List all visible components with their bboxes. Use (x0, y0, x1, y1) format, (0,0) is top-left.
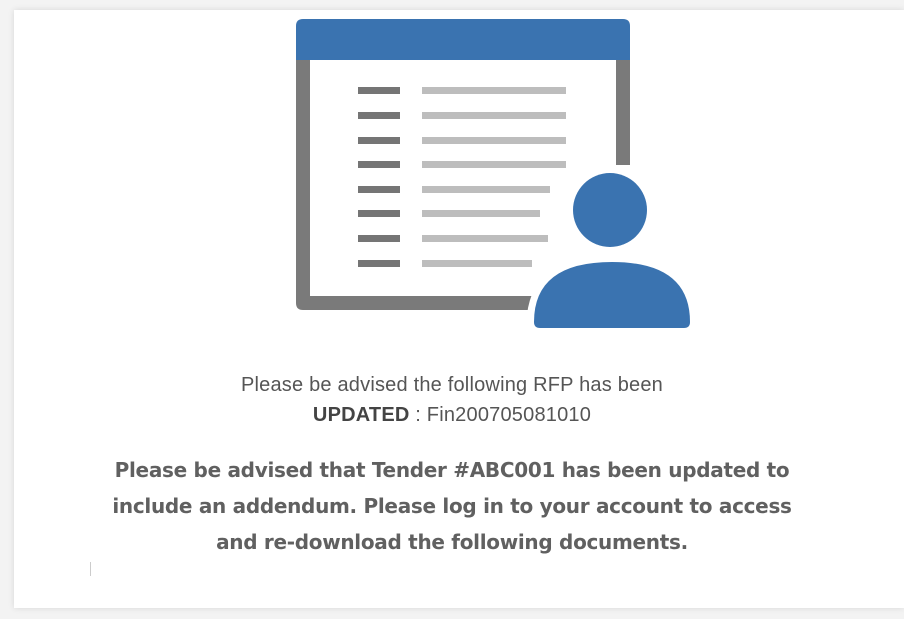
document-bullets (358, 87, 400, 267)
bullet-5 (358, 186, 400, 193)
document-user-icon (296, 19, 698, 330)
line-4 (422, 161, 566, 168)
line-3 (422, 137, 566, 144)
line-8 (422, 260, 532, 267)
headline-status-line: UPDATED : Fin200705081010 (0, 400, 904, 430)
bullet-2 (358, 112, 400, 119)
line-7 (422, 235, 548, 242)
bullet-3 (358, 137, 400, 144)
page: Please be advised the following RFP has … (0, 0, 904, 619)
bullet-1 (358, 87, 400, 94)
bullet-7 (358, 235, 400, 242)
document-lines (422, 87, 566, 267)
divider-tick (90, 562, 91, 576)
bullet-8 (358, 260, 400, 267)
document-frame-right (616, 55, 630, 165)
separator: : (409, 404, 427, 426)
user-icon (526, 166, 698, 330)
headline-prefix: Please be advised the following RFP has … (240, 374, 664, 396)
user-head (573, 173, 647, 247)
bullet-6 (358, 210, 400, 217)
rfp-id: Fin200705081010 (426, 404, 592, 426)
status-word: UPDATED (312, 404, 410, 426)
notice-body: Please be advised that Tender #ABC001 ha… (112, 458, 792, 554)
line-6 (422, 210, 540, 217)
document-header-bar (296, 19, 630, 60)
notice-headline: Please be advised the following RFP has … (0, 370, 904, 430)
line-5 (422, 186, 550, 193)
line-2 (422, 112, 566, 119)
bullet-4 (358, 161, 400, 168)
line-1 (422, 87, 566, 94)
